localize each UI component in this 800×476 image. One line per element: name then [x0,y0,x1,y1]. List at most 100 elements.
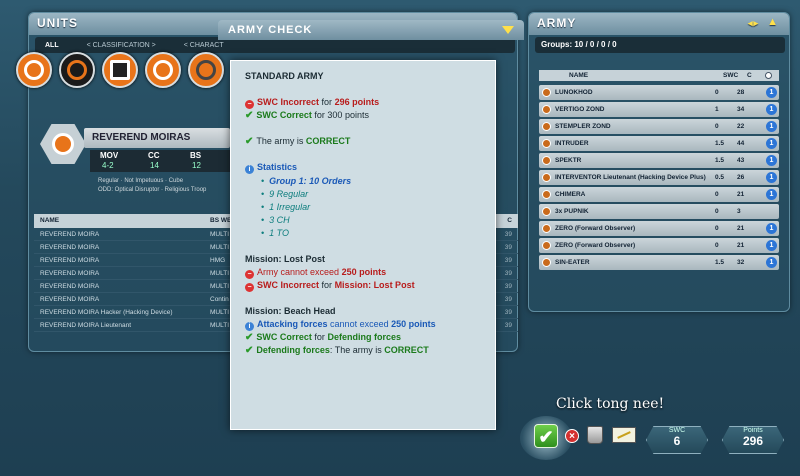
stat-value: 4-2 [102,161,114,170]
army-row[interactable]: SPEKTR 1.5 43 1 [539,153,779,168]
group-badge[interactable]: 1 [766,223,777,234]
army-unit-name: 3x PUPNIK [555,208,589,215]
error-icon: − [245,270,254,279]
report-line: ✔ SWC Correct for Defending forces [245,332,401,343]
army-unit-name: INTRUDER [555,140,589,147]
group-badge[interactable]: 1 [766,138,777,149]
army-row[interactable]: INTERVENTOR Lieutenant (Hacking Device P… [539,170,779,185]
army-unit-swc: 0 [715,225,719,232]
army-unit-cost: 21 [737,225,745,232]
unit-icon [542,156,551,165]
unit-special: ODD: Optical Disruptor · Religious Troop [98,187,207,193]
collapse-up-icon[interactable]: ▲ [767,16,779,28]
army-table-header: NAME SWC C [539,70,779,81]
army-row[interactable]: STEMPLER ZOND 0 22 1 [539,119,779,134]
points-counter: Points 296 [722,426,784,454]
report-line: − SWC Incorrect for Mission: Lost Post [245,280,415,292]
faction-icon[interactable] [102,52,138,88]
col-c: C [507,217,512,224]
army-unit-name: LUNOKHOD [555,89,593,96]
army-unit-name: STEMPLER ZOND [555,123,611,130]
army-row[interactable]: ZERO (Forward Observer) 0 21 1 [539,221,779,236]
unit-icon [542,122,551,131]
report-heading: STANDARD ARMY [245,71,324,81]
stat-label: CC [148,151,160,160]
row-c: 39 [504,244,512,251]
row-name: REVEREND MOIRA [40,296,100,303]
army-unit-cost: 34 [737,106,745,113]
collapse-arrow-icon[interactable] [502,26,514,34]
group-badge[interactable]: 1 [766,121,777,132]
check-icon: ✔ [245,110,254,121]
army-unit-cost: 32 [737,259,745,266]
tab-classification[interactable]: < CLASSIFICATION > [87,42,156,49]
faction-icon[interactable] [188,52,224,88]
trash-icon[interactable] [587,426,603,444]
tooltip: Click tong nee! [556,396,665,412]
unit-icon [542,258,551,267]
unit-icon [542,241,551,250]
group-badge[interactable]: 1 [766,104,777,115]
army-row[interactable]: LUNOKHOD 0 28 1 [539,85,779,100]
army-unit-name: ZERO (Forward Observer) [555,225,636,232]
stat-line: • 1 Irregular [261,202,311,212]
row-weapons: MULTI [210,283,230,290]
report-line: − SWC Incorrect for 296 points [245,97,379,109]
army-unit-name: INTERVENTOR Lieutenant (Hacking Device P… [555,174,706,181]
army-unit-name: SPEKTR [555,157,582,164]
unit-icon [542,139,551,148]
army-unit-swc: 0 [715,242,719,249]
stat-value: 12 [192,161,201,170]
col-c: C [747,72,752,79]
col-swc: SWC [723,72,739,79]
unit-card: REVEREND MOIRAS MOV CC BS 4-2 14 12 Regu… [40,124,230,200]
faction-icon[interactable] [145,52,181,88]
tab-all[interactable]: ALL [45,42,59,49]
group-badge[interactable]: 1 [766,155,777,166]
group-badge[interactable]: 1 [766,240,777,251]
check-army-button[interactable]: ✔ [534,424,558,448]
army-row[interactable]: CHIMERA 0 21 1 [539,187,779,202]
group-badge[interactable]: 1 [766,257,777,268]
army-row[interactable]: VERTIGO ZOND 1 34 1 [539,102,779,117]
unit-emblem-icon [40,124,86,164]
stat-line: • 9 Regular [261,189,309,199]
army-row[interactable]: ZERO (Forward Observer) 0 21 1 [539,238,779,253]
swc-label: SWC [668,427,686,434]
unit-icon [542,190,551,199]
stat-line: • 3 CH [261,215,290,225]
army-unit-swc: 1.5 [715,140,725,147]
stat-value: 14 [150,161,159,170]
cancel-button[interactable]: × [565,429,579,443]
swap-arrows-icon[interactable]: ◂▸ [748,18,759,29]
row-weapons: MULTI [210,231,230,238]
toggle-dot-icon[interactable] [765,72,772,79]
army-unit-cost: 21 [737,191,745,198]
army-row[interactable]: INTRUDER 1.5 44 1 [539,136,779,151]
faction-icon[interactable] [16,52,52,88]
group-badge[interactable]: 1 [766,87,777,98]
info-icon: i [245,322,254,331]
row-weapons: HMG [210,257,226,264]
tab-characteristics[interactable]: < CHARACT [184,42,224,49]
row-weapons: MULTI [210,244,230,251]
edit-list-icon[interactable] [612,427,636,443]
army-unit-swc: 0.5 [715,174,725,181]
army-row[interactable]: SIN-EATER 1.5 32 1 [539,255,779,270]
row-weapons: MULTI [210,322,230,329]
army-unit-cost: 3 [737,208,741,215]
army-unit-name: CHIMERA [555,191,586,198]
groups-summary: Groups: 10 / 0 / 0 / 0 [535,37,785,53]
mission-heading: Mission: Lost Post [245,254,326,264]
row-name: REVEREND MOIRA [40,257,100,264]
check-icon: ✔ [245,136,254,147]
row-name: REVEREND MOIRA [40,244,100,251]
army-check-header[interactable]: ARMY CHECK [218,20,524,40]
army-row[interactable]: 3x PUPNIK 0 3 [539,204,779,219]
army-unit-cost: 28 [737,89,745,96]
group-badge[interactable]: 1 [766,172,777,183]
faction-icon[interactable] [59,52,95,88]
unit-icon [542,173,551,182]
error-icon: − [245,100,254,109]
group-badge[interactable]: 1 [766,189,777,200]
